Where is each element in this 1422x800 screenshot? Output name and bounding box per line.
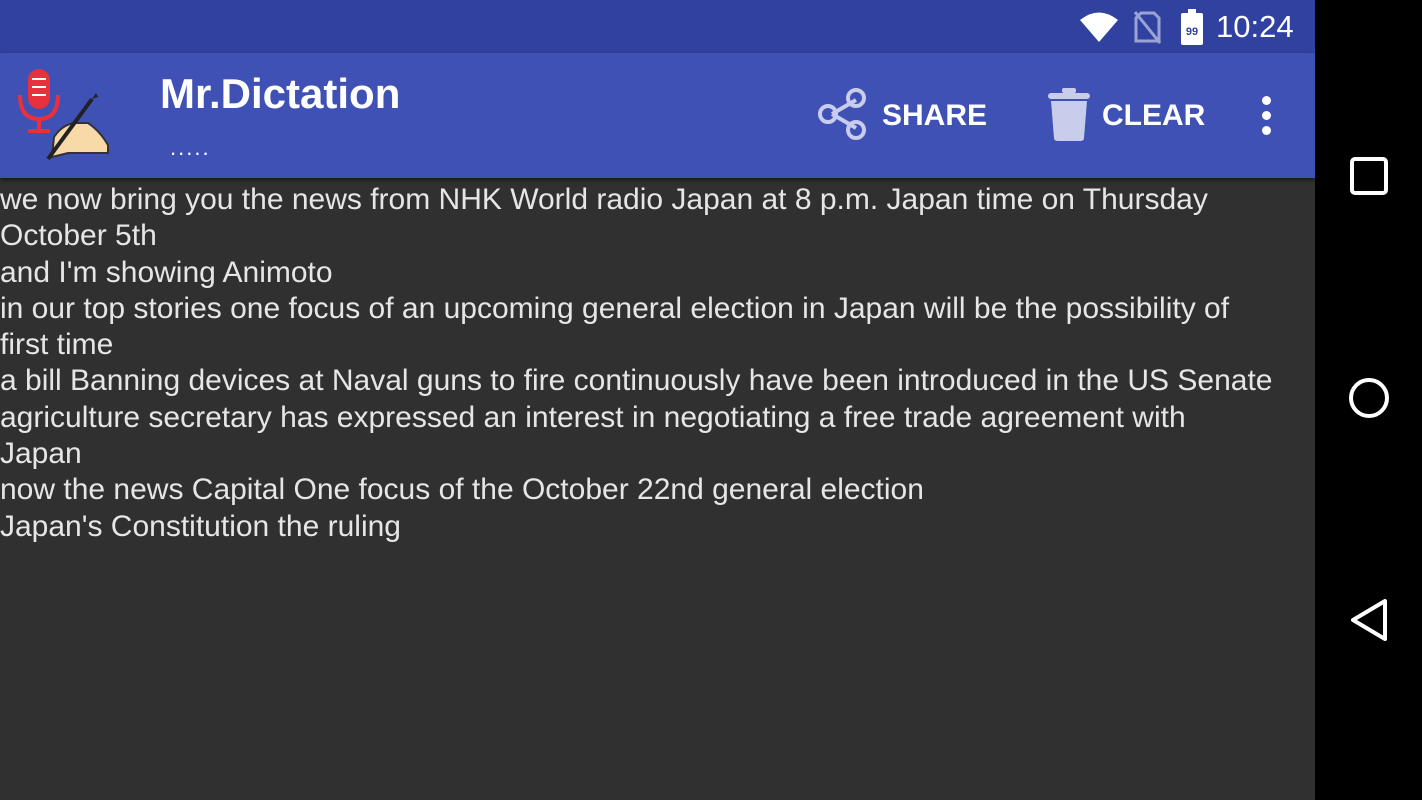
overflow-menu-icon[interactable] (1250, 53, 1282, 178)
transcript-line: first time (0, 328, 114, 362)
transcript-line: Japan (0, 437, 82, 471)
clock: 10:24 (1216, 9, 1294, 44)
no-sim-icon (1130, 0, 1164, 53)
back-triangle-icon (1349, 598, 1389, 646)
wifi-icon (1078, 0, 1120, 53)
share-label: SHARE (882, 98, 988, 132)
square-icon (1349, 156, 1389, 200)
app-bar: Mr.Dictation ..... SHARE CLEAR (0, 53, 1315, 178)
circle-icon (1347, 376, 1391, 424)
navigation-bar (1315, 0, 1422, 800)
transcript-text[interactable]: we now bring you the news from NHK World… (0, 182, 1315, 545)
transcript-line: and I'm showing Animoto (0, 255, 333, 289)
home-button[interactable] (1315, 350, 1422, 450)
transcript-line: in our top stories one focus of an upcom… (0, 291, 1230, 325)
share-button[interactable]: SHARE (816, 53, 987, 178)
transcript-line: a bill Banning devices at Naval guns to … (0, 364, 1273, 398)
transcript-line: Japan's Constitution the ruling (0, 509, 401, 543)
transcript-line: we now bring you the news from NHK World… (0, 183, 1208, 216)
recents-button[interactable] (1315, 128, 1422, 228)
app-screen: 99 10:24 Mr.Dictation ..... SHARE CLEAR … (0, 0, 1315, 800)
clear-label: CLEAR (1102, 98, 1206, 132)
transcript-line: now the news Capital One focus of the Oc… (0, 473, 924, 507)
app-logo-mic-hand-icon (14, 67, 110, 163)
battery-icon: 99 (1178, 0, 1206, 53)
trash-icon (1046, 86, 1092, 146)
back-button[interactable] (1315, 572, 1422, 672)
app-subtitle: ..... (170, 135, 211, 160)
transcript-line: October 5th (0, 219, 157, 253)
status-bar: 99 10:24 (0, 0, 1315, 53)
share-icon (816, 86, 872, 146)
app-title: Mr.Dictation (160, 70, 401, 117)
transcript-line: agriculture secretary has expressed an i… (0, 400, 1186, 434)
battery-level-text: 99 (1186, 26, 1198, 38)
clear-button[interactable]: CLEAR (1046, 53, 1205, 178)
